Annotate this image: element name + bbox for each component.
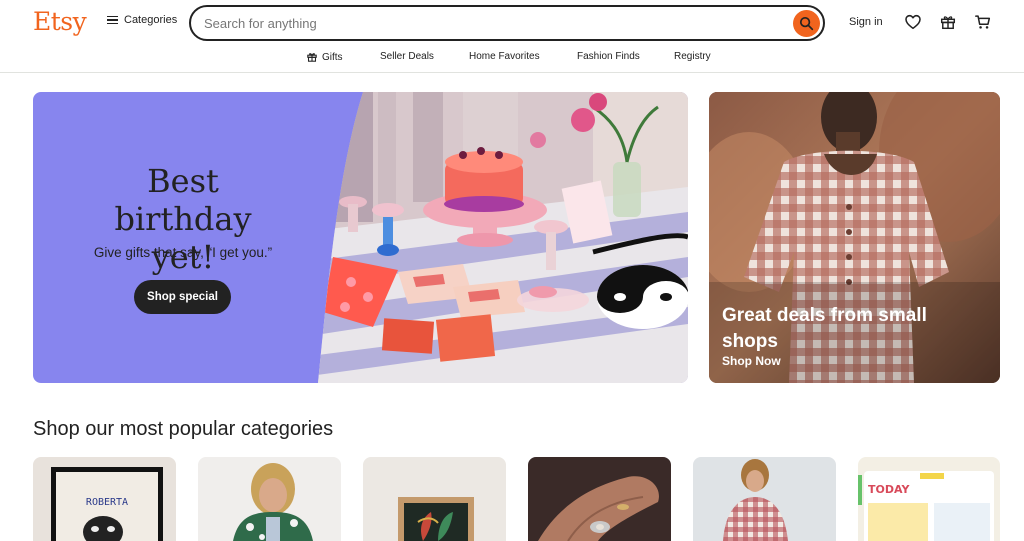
search-icon xyxy=(799,16,814,31)
nav-label: Registry xyxy=(674,51,711,62)
model-jacket-image xyxy=(233,463,313,541)
etsy-logo[interactable]: Etsy xyxy=(33,7,87,36)
category-tile-clothing[interactable] xyxy=(198,457,341,541)
deals-card-title: Great deals from small shops xyxy=(722,305,927,352)
deals-card[interactable]: Great deals from small shops Shop Now xyxy=(709,92,1000,383)
search-input[interactable] xyxy=(204,14,764,32)
heart-icon[interactable] xyxy=(904,13,922,31)
categories-heading: Shop our most popular categories xyxy=(33,418,334,440)
category-tile-jewelry[interactable] xyxy=(528,457,671,541)
category-tile-apparel[interactable] xyxy=(693,457,836,541)
secondary-nav: Gifts Seller Deals Home Favorites Fashio… xyxy=(0,46,1024,73)
category-tile-poster[interactable]: ROBERTA xyxy=(33,457,176,541)
search-button[interactable] xyxy=(793,10,820,37)
header: Etsy Categories Sign in xyxy=(0,0,1024,46)
poster-label: ROBERTA xyxy=(86,497,128,508)
nav-item-gifts[interactable]: Gifts xyxy=(306,51,343,63)
nav-label: Fashion Finds xyxy=(577,51,640,62)
nav-item-seller-deals[interactable]: Seller Deals xyxy=(380,51,434,62)
nav-item-fashion-finds[interactable]: Fashion Finds xyxy=(577,51,640,62)
category-tile-art[interactable] xyxy=(363,457,506,541)
sign-in-link[interactable]: Sign in xyxy=(849,16,883,28)
hero-banner[interactable]: Best birthday yet! Give gifts that say, … xyxy=(33,92,688,383)
cart-icon[interactable] xyxy=(974,13,992,31)
gift-icon xyxy=(307,53,317,62)
framed-art-image xyxy=(398,497,474,541)
categories-button[interactable]: Categories xyxy=(107,14,177,26)
planner-label: TODAY xyxy=(868,483,910,496)
menu-icon xyxy=(107,15,118,25)
nav-label: Home Favorites xyxy=(469,51,540,62)
search-bar xyxy=(189,5,825,41)
hero-title-line1: Best xyxy=(147,162,219,200)
pet-poster-image: ROBERTA xyxy=(51,467,163,541)
nav-item-home-favorites[interactable]: Home Favorites xyxy=(469,51,540,62)
nav-label: Gifts xyxy=(322,51,343,63)
hero-title-line2: birthday yet! xyxy=(114,200,252,276)
hero-subtitle: Give gifts that say, “I get you.” xyxy=(93,245,273,260)
category-tile-planner[interactable]: TODAY xyxy=(858,457,1000,541)
rings-hand-image xyxy=(538,476,659,541)
nav-label: Seller Deals xyxy=(380,51,434,62)
shop-special-button[interactable]: Shop special xyxy=(134,280,231,314)
shop-now-link[interactable]: Shop Now xyxy=(722,354,781,368)
nav-item-registry[interactable]: Registry xyxy=(674,51,711,62)
gift-icon[interactable] xyxy=(939,13,957,31)
planner-image: TODAY xyxy=(858,471,994,541)
categories-label: Categories xyxy=(124,14,178,26)
gingham-top-image xyxy=(723,459,788,541)
